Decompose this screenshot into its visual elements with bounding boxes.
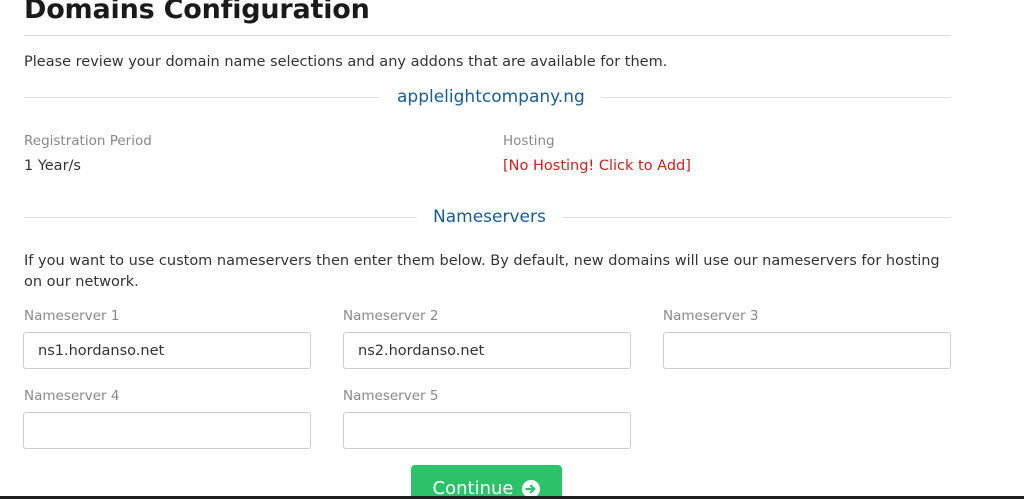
domain-name: applelightcompany.ng: [381, 85, 601, 109]
nameservers-section-heading: Nameservers: [24, 205, 951, 229]
nameserver-1-input[interactable]: [23, 332, 311, 369]
nameserver-5-input[interactable]: [343, 412, 631, 449]
nameserver-2-input[interactable]: [343, 332, 631, 369]
registration-period-label: Registration Period: [24, 133, 152, 149]
domains-configuration-page: Domains Configuration Please review your…: [0, 0, 1024, 499]
nameserver-3-input[interactable]: [663, 332, 951, 369]
page-title: Domains Configuration: [24, 0, 370, 25]
nameservers-intro: If you want to use custom nameservers th…: [24, 253, 940, 290]
add-hosting-link[interactable]: [No Hosting! Click to Add]: [503, 158, 691, 174]
title-divider: [24, 35, 951, 36]
nameservers-heading: Nameservers: [417, 205, 562, 229]
continue-button[interactable]: Continue: [411, 465, 562, 499]
nameserver-4-input[interactable]: [23, 412, 311, 449]
nameserver-4-label: Nameserver 4: [24, 388, 120, 404]
registration-period-value: 1 Year/s: [24, 158, 81, 174]
nameserver-3-label: Nameserver 3: [663, 308, 759, 324]
nameserver-1-label: Nameserver 1: [24, 308, 120, 324]
hosting-label: Hosting: [503, 133, 555, 149]
domain-section-heading: applelightcompany.ng: [24, 85, 951, 109]
nameserver-2-label: Nameserver 2: [343, 308, 439, 324]
page-intro: Please review your domain name selection…: [24, 54, 668, 70]
nameserver-5-label: Nameserver 5: [343, 388, 439, 404]
